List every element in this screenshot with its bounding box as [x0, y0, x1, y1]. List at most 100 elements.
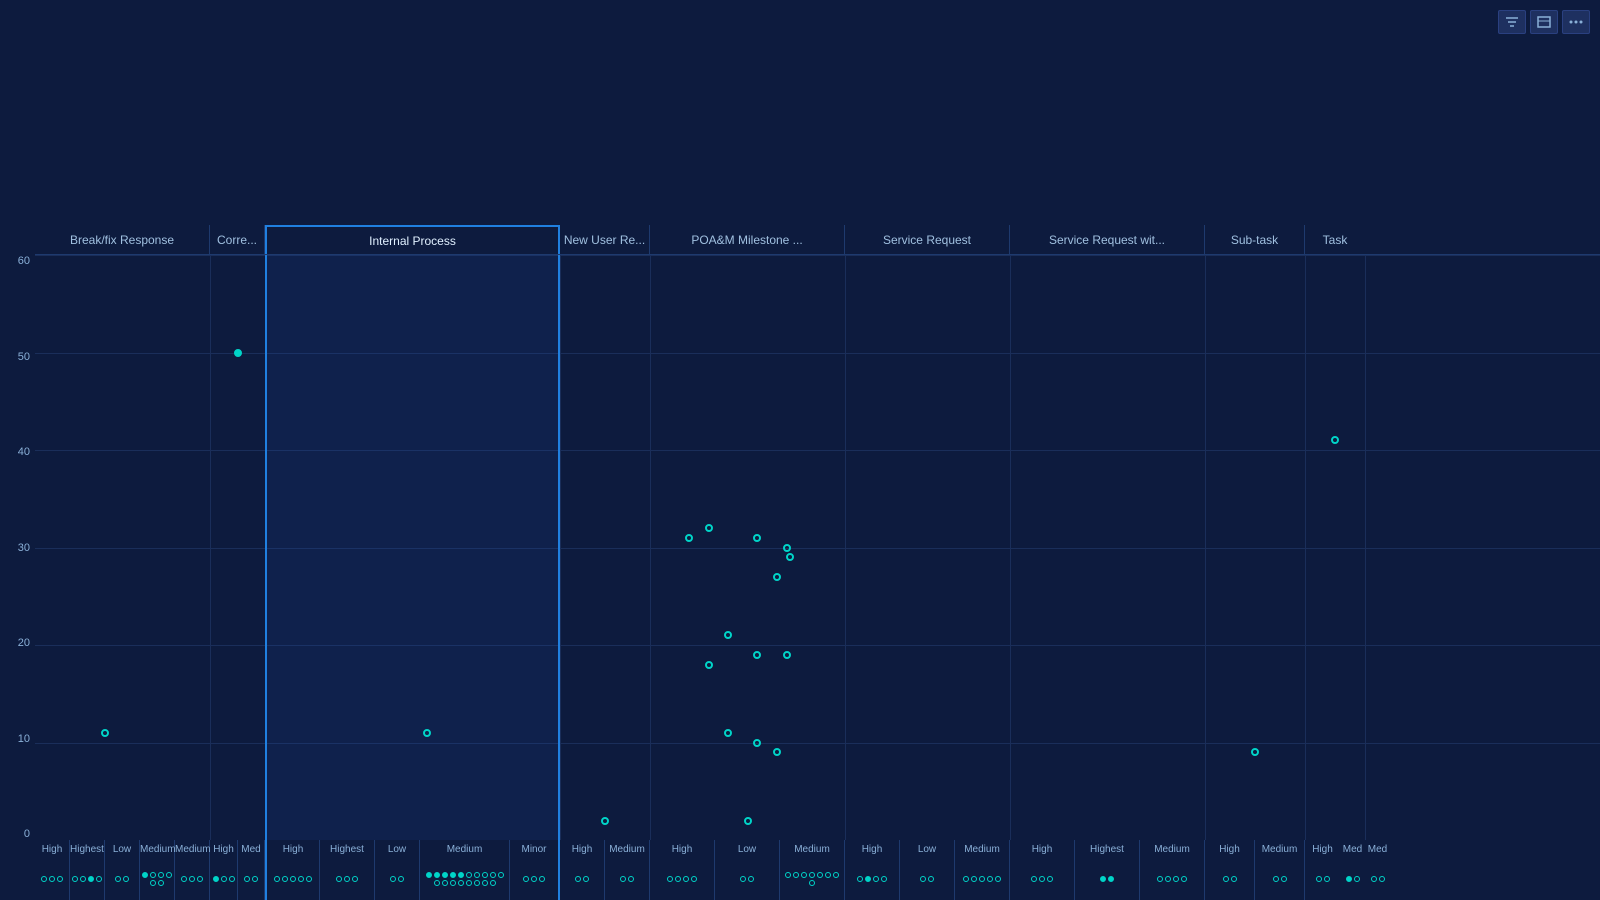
chart-area: 0 10 20 30 40 50 60 Break/fix Response C…: [0, 225, 1600, 900]
x-col-st-med: Medium: [1255, 840, 1305, 900]
x-dot: [229, 876, 235, 882]
x-dot: [49, 876, 55, 882]
col-header-corre: Corre...: [210, 225, 265, 254]
x-dot: [123, 876, 129, 882]
selected-col-bg: [265, 255, 560, 840]
x-dot: [857, 876, 863, 882]
v-grid-line: [650, 255, 651, 840]
x-dot: [434, 880, 440, 886]
x-col-int-low: Low: [375, 840, 420, 900]
scatter-dot: [773, 573, 781, 581]
x-dot: [928, 876, 934, 882]
x-dot: [987, 876, 993, 882]
scatter-dot: [724, 631, 732, 639]
x-col-int-med: Medium: [420, 840, 510, 900]
x-dot: [1273, 876, 1279, 882]
scatter-dot: [423, 729, 431, 737]
x-dot: [41, 876, 47, 882]
x-col-poam-med: Medium: [780, 840, 845, 900]
scatter-dot: [753, 534, 761, 542]
x-dot: [825, 872, 831, 878]
x-col-int-minor: Minor: [510, 840, 560, 900]
plot-and-xaxis: High Highest: [35, 255, 1600, 900]
col-header-service-req: Service Request: [845, 225, 1010, 254]
x-dot: [920, 876, 926, 882]
x-dot: [244, 876, 250, 882]
x-dot: [523, 876, 529, 882]
x-dot: [1354, 876, 1360, 882]
x-dot: [971, 876, 977, 882]
col-header-poam: POA&M Milestone ...: [650, 225, 845, 254]
x-dot: [667, 876, 673, 882]
x-axis: High Highest: [35, 840, 1600, 900]
y-tick-20: 20: [2, 637, 30, 649]
x-dot: [166, 872, 172, 878]
x-dot: [306, 876, 312, 882]
x-dot: [963, 876, 969, 882]
x-dot: [1031, 876, 1037, 882]
x-col-corre-med: Med: [238, 840, 265, 900]
x-dot: [252, 876, 258, 882]
col-header-task: Task: [1305, 225, 1365, 254]
col-header-break-fix: Break/fix Response: [35, 225, 210, 254]
x-dot: [458, 880, 464, 886]
y-tick-0: 0: [2, 828, 30, 840]
v-grid-line: [845, 255, 846, 840]
scatter-dot: [705, 524, 713, 532]
x-col-corre-high: High: [210, 840, 238, 900]
x-dot: [1281, 876, 1287, 882]
y-axis: 0 10 20 30 40 50 60: [0, 225, 35, 900]
col-header-internal[interactable]: Internal Process: [265, 225, 560, 254]
y-tick-50: 50: [2, 351, 30, 363]
scatter-dot: [783, 544, 791, 552]
x-col-srw-med: Medium: [1140, 840, 1205, 900]
filter-button[interactable]: [1498, 10, 1526, 34]
x-dot: [881, 876, 887, 882]
x-dot: [482, 880, 488, 886]
x-dot: [450, 872, 456, 878]
x-col-st-high: High: [1205, 840, 1255, 900]
x-dot: [979, 876, 985, 882]
x-col-poam-high: High: [650, 840, 715, 900]
scatter-dot: [773, 748, 781, 756]
x-dot: [740, 876, 746, 882]
scatter-dot: [786, 553, 794, 561]
x-col-bf-med2: Medium: [175, 840, 210, 900]
x-dot: [352, 876, 358, 882]
scatter-dot: [753, 651, 761, 659]
expand-button[interactable]: [1530, 10, 1558, 34]
x-dot: [150, 880, 156, 886]
x-dot: [833, 872, 839, 878]
col-header-service-req-w: Service Request wit...: [1010, 225, 1205, 254]
x-dot: [1047, 876, 1053, 882]
x-dot: [482, 872, 488, 878]
x-dot: [620, 876, 626, 882]
x-dot: [1100, 876, 1106, 882]
x-dot: [274, 876, 280, 882]
x-col-sr-high: High: [845, 840, 900, 900]
scatter-dot: [685, 534, 693, 542]
x-dot: [398, 876, 404, 882]
x-col-sr-med: Medium: [955, 840, 1010, 900]
x-dot: [1173, 876, 1179, 882]
x-dot: [490, 880, 496, 886]
x-dot: [1223, 876, 1229, 882]
x-dot: [150, 872, 156, 878]
x-col-bf-high: High: [35, 840, 70, 900]
x-dot: [57, 876, 63, 882]
x-dot: [801, 872, 807, 878]
more-button[interactable]: [1562, 10, 1590, 34]
x-dot: [426, 872, 432, 878]
v-grid-line: [1365, 255, 1366, 840]
x-dot: [336, 876, 342, 882]
x-col-bf-med1: Medium: [140, 840, 175, 900]
x-col-int-high: High: [265, 840, 320, 900]
y-tick-30: 30: [2, 542, 30, 554]
scatter-dot: [101, 729, 109, 737]
x-dot: [865, 876, 871, 882]
top-area: [0, 0, 1600, 225]
scatter-dot: [234, 349, 242, 357]
x-dot: [490, 872, 496, 878]
x-dot: [628, 876, 634, 882]
x-dot: [181, 876, 187, 882]
